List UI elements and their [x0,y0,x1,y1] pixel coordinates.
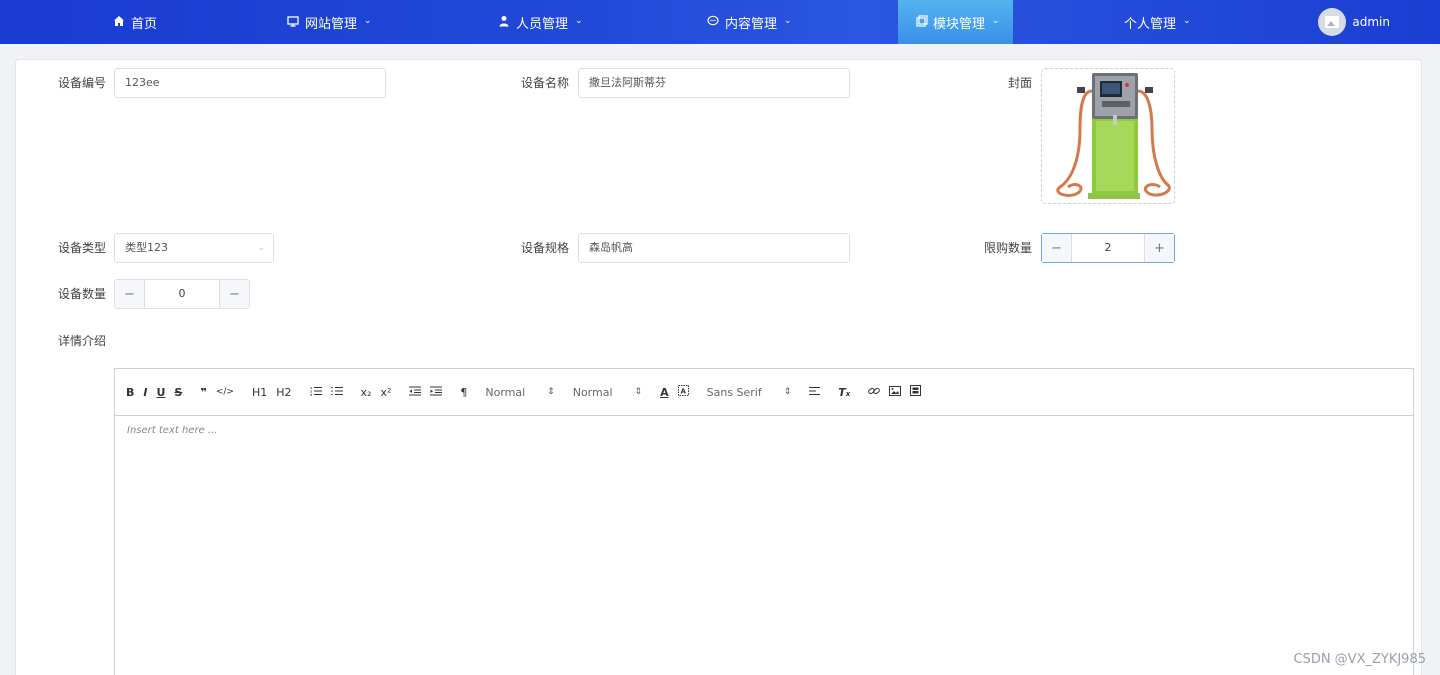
chat-icon [706,15,720,29]
device-type-value: 类型123 [125,241,168,254]
username: admin [1352,15,1390,29]
detail-label: 详情介绍 [57,334,106,348]
nav-item-personnel[interactable]: 人员管理 ⌄ [497,0,583,44]
device-code-label: 设备编号 [57,76,106,90]
watermark: CSDN @VX_ZYKJ985 [1293,652,1426,667]
editor-toolbar: B I U S ❞ </> H1 H2 123 x₂ x² ¶ Normal ⇕… [115,369,1413,416]
clear-format-icon[interactable]: Tx [838,386,850,399]
user-menu[interactable]: admin [1318,8,1390,36]
font-picker-value: Sans Serif [706,385,762,399]
superscript-button[interactable]: x² [380,386,391,399]
video-icon[interactable] [910,385,922,399]
editor-content[interactable]: Insert text here ... [115,416,1413,445]
device-name-input[interactable]: 撒旦法阿斯蒂芬 [578,68,850,98]
device-spec-input[interactable]: 森岛帆高 [578,233,850,263]
background-color-icon[interactable]: A [677,385,689,399]
increment-button[interactable]: + [1144,234,1174,262]
device-code-input[interactable]: 123ee [114,68,386,98]
chevron-down-icon: ⌄ [575,16,583,26]
increment-button[interactable]: − [219,280,249,308]
device-name-label: 设备名称 [520,76,569,90]
header-picker[interactable]: Normal ⇕ [485,386,554,399]
header-picker-value: Normal [485,385,526,399]
bold-button[interactable]: B [126,386,134,399]
chevron-down-icon: ⌄ [257,243,265,253]
outdent-icon[interactable] [409,386,422,399]
decrement-button[interactable]: − [1042,234,1072,262]
nav-item-website[interactable]: 网站管理 ⌄ [286,0,372,44]
updown-arrow-icon: ⇕ [547,387,555,397]
chevron-down-icon: ⌄ [1183,16,1191,26]
direction-button[interactable]: ¶ [460,386,467,399]
top-navigation: 首页 网站管理 ⌄ 人员管理 ⌄ 内容管理 ⌄ 模块管理 ⌄ 个人管理 ⌄ ad… [0,0,1440,44]
header2-button[interactable]: H2 [276,386,291,399]
device-type-label: 设备类型 [57,241,106,255]
chevron-down-icon: ⌄ [992,16,1000,26]
home-icon [112,15,126,29]
svg-text:3: 3 [310,393,312,396]
decrement-button[interactable]: − [115,280,145,308]
updown-arrow-icon: ⇕ [634,387,643,397]
size-picker[interactable]: Normal ⇕ [573,386,642,399]
underline-button[interactable]: U [156,386,165,399]
device-type-select[interactable]: 类型123 ⌄ [114,233,274,263]
chevron-down-icon: ⌄ [364,16,372,26]
link-icon[interactable] [868,386,881,399]
italic-button[interactable]: I [143,386,147,399]
nav-item-module[interactable]: 模块管理 ⌄ [898,0,1013,44]
quantity-value[interactable]: 0 [145,280,219,308]
nav-item-home[interactable]: 首页 [112,0,157,44]
chevron-down-icon: ⌄ [784,16,792,26]
font-picker[interactable]: Sans Serif ⇕ [707,386,792,399]
editor-placeholder: Insert text here ... [127,425,218,436]
monitor-icon [286,15,300,29]
ordered-list-icon[interactable]: 123 [310,386,322,399]
subscript-button[interactable]: x₂ [361,386,372,399]
nav-label: 内容管理 [725,16,778,32]
user-icon [497,15,511,29]
svg-text:A: A [680,388,686,396]
strike-button[interactable]: S [174,386,182,399]
bullet-list-icon[interactable] [330,386,343,399]
text-color-icon[interactable]: A [660,386,669,399]
code-block-button[interactable]: </> [216,387,234,397]
indent-icon[interactable] [430,386,443,399]
nav-item-personal[interactable]: 个人管理 ⌄ [1124,0,1191,44]
image-icon [1325,16,1340,28]
rich-text-editor: B I U S ❞ </> H1 H2 123 x₂ x² ¶ Normal ⇕… [114,368,1414,675]
form-panel: 设备编号 123ee 设备名称 撒旦法阿斯蒂芬 封面 设备类型 类型123 ⌄ … [15,59,1422,675]
quantity-label: 设备数量 [57,287,106,301]
nav-label: 个人管理 [1124,16,1177,32]
image-icon[interactable] [889,385,902,399]
nav-item-content[interactable]: 内容管理 ⌄ [706,0,792,44]
cover-upload[interactable] [1041,68,1175,204]
nav-label: 人员管理 [516,16,569,32]
nav-label: 模块管理 [933,16,986,32]
limit-value[interactable]: 2 [1072,234,1144,262]
align-icon[interactable] [809,386,821,399]
nav-label: 首页 [131,16,158,32]
limit-stepper[interactable]: − 2 + [1041,233,1175,263]
device-spec-label: 设备规格 [520,241,569,255]
avatar [1318,8,1347,36]
nav-label: 网站管理 [305,16,358,32]
blockquote-button[interactable]: ❞ [200,386,206,399]
charging-pile-image [1056,73,1171,199]
limit-label: 限购数量 [983,241,1032,255]
updown-arrow-icon: ⇕ [783,387,792,397]
quantity-stepper[interactable]: − 0 − [114,279,250,309]
cover-label: 封面 [1007,76,1032,90]
copy-icon [916,15,928,29]
size-picker-value: Normal [572,385,613,399]
header1-button[interactable]: H1 [252,386,267,399]
